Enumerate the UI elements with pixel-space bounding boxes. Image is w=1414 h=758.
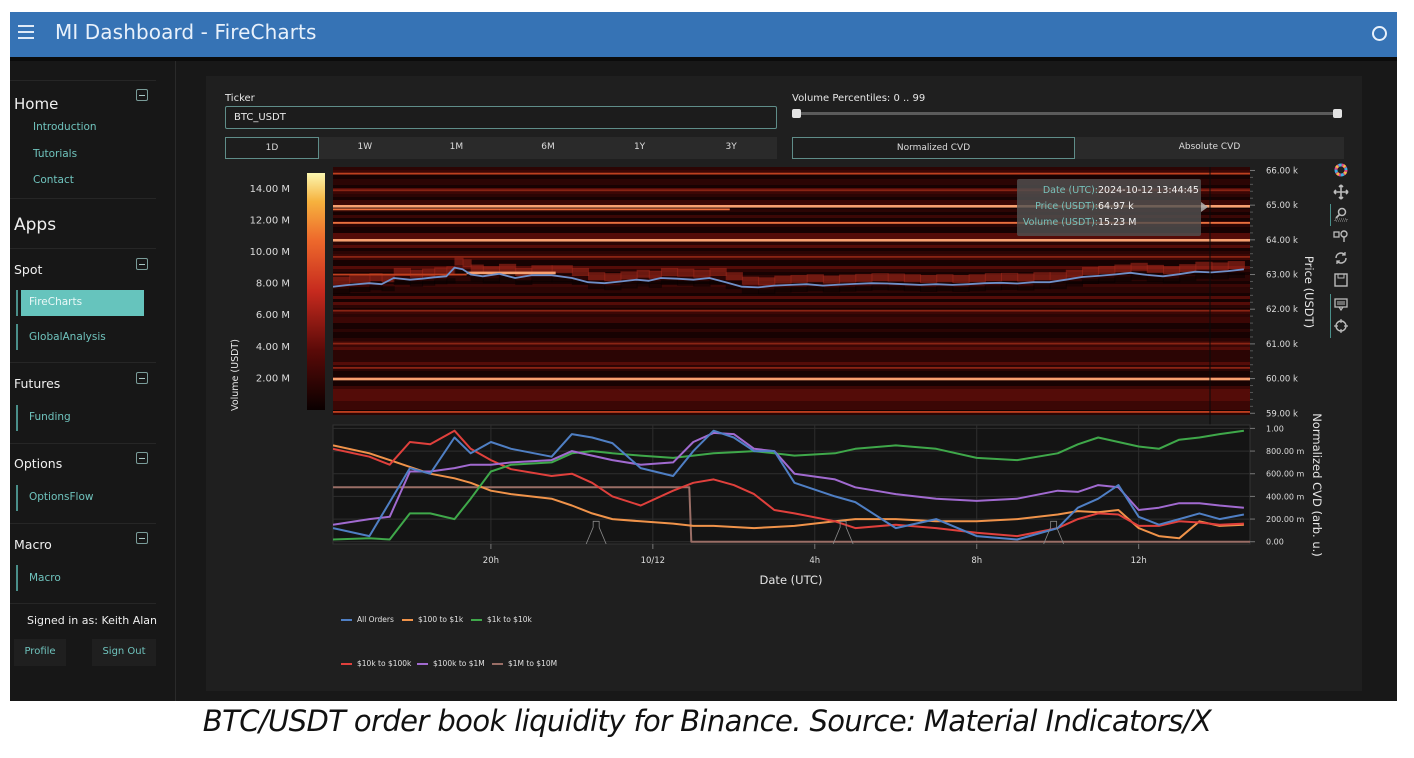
legend-1m-to-10m[interactable]: $1M to $10M (492, 659, 557, 668)
zoom-in-out-icon[interactable] (1333, 228, 1349, 244)
slider-handle-max[interactable] (1333, 109, 1342, 118)
collapse-options-toggle[interactable] (136, 452, 148, 464)
sidebar-item-optionsflow[interactable]: OptionsFlow (29, 491, 93, 503)
divider (10, 523, 156, 524)
ticker-label: Ticker (225, 93, 255, 104)
legend-label: $100 to $1k (418, 615, 464, 624)
legend-100-to-1k[interactable]: $100 to $1k (402, 615, 463, 624)
collapse-futures-toggle[interactable] (136, 372, 148, 384)
sidebar-macro-heading: Macro (14, 537, 52, 552)
range-tabs: 1D 1W 1M 6M 1Y 3Y (225, 137, 777, 159)
toolgroup-indicator (1330, 294, 1331, 338)
signed-in-label: Signed in as: Keith Alan (27, 614, 158, 627)
sidebar-item-introduction[interactable]: Introduction (33, 121, 97, 133)
sidebar-item-macro[interactable]: Macro (29, 572, 61, 584)
crosshair-icon[interactable] (1333, 318, 1349, 334)
divider (10, 198, 156, 199)
divider (10, 80, 156, 81)
sidebar-item-tutorials[interactable]: Tutorials (33, 148, 77, 160)
legend-swatch (402, 618, 413, 621)
spike-lines-icon[interactable] (1333, 296, 1349, 312)
legend-label: $100k to $1M (433, 659, 485, 668)
item-indicator (16, 324, 18, 350)
sidebar-item-contact[interactable]: Contact (33, 174, 74, 186)
active-indicator (16, 290, 18, 316)
app-title: MI Dashboard - FireCharts (55, 20, 317, 44)
sidebar-home-heading: Home (14, 95, 59, 113)
sidebar-options-heading: Options (14, 456, 63, 471)
pan-icon[interactable] (1333, 184, 1349, 200)
legend-label: $1k to $10k (487, 615, 532, 624)
legend-label: All Orders (357, 615, 394, 624)
firecharts-panel: Ticker 1D 1W 1M 6M 1Y 3Y Volume Percenti… (206, 76, 1362, 691)
tab-normalized-cvd[interactable]: Normalized CVD (792, 137, 1075, 159)
hamburger-icon[interactable] (18, 25, 34, 39)
collapse-spot-toggle[interactable] (136, 258, 148, 270)
tab-1w[interactable]: 1W (319, 137, 411, 159)
legend-label: $1M to $10M (508, 659, 558, 668)
legend-label: $10k to $100k (357, 659, 412, 668)
legend-swatch (492, 662, 503, 665)
collapse-macro-toggle[interactable] (136, 532, 148, 544)
slider-handle-min[interactable] (792, 109, 801, 118)
sidebar-futures-heading: Futures (14, 376, 61, 391)
sidebar: Home Introduction Tutorials Contact Apps… (10, 61, 175, 701)
divider (10, 443, 156, 444)
legend-1k-to-10k[interactable]: $1k to $10k (471, 615, 532, 624)
sidebar-item-globalanalysis[interactable]: GlobalAnalysis (29, 331, 106, 343)
legend-swatch (471, 618, 482, 621)
sidebar-apps-heading: Apps (14, 215, 57, 235)
tab-1d[interactable]: 1D (225, 137, 319, 159)
app-header: MI Dashboard - FireCharts (10, 12, 1397, 57)
legend-swatch (341, 662, 352, 665)
ticker-input[interactable] (225, 106, 777, 129)
app-window: MI Dashboard - FireCharts Home Introduct… (10, 12, 1397, 701)
plotly-logo-icon[interactable] (1333, 162, 1349, 178)
volume-percentiles-label: Volume Percentiles: 0 .. 99 (792, 93, 926, 104)
sidebar-spot-heading: Spot (14, 262, 43, 277)
profile-button[interactable]: Profile (14, 639, 66, 666)
tab-1m[interactable]: 1M (411, 137, 503, 159)
tab-absolute-cvd[interactable]: Absolute CVD (1075, 137, 1344, 159)
plot-modebar (1330, 160, 1352, 340)
divider (10, 603, 156, 604)
legend-swatch (417, 662, 428, 665)
tab-1y[interactable]: 1Y (594, 137, 686, 159)
cvd-mode-tabs: Normalized CVD Absolute CVD (792, 137, 1344, 159)
collapse-home-toggle[interactable] (136, 89, 148, 101)
circle-icon[interactable] (1372, 26, 1387, 41)
image-caption: BTC/USDT order book liquidity for Binanc… (202, 704, 1212, 738)
sidebar-item-firecharts[interactable]: FireCharts (21, 290, 144, 316)
legend-swatch (341, 618, 352, 621)
divider (10, 362, 156, 363)
zoom-icon[interactable] (1333, 206, 1349, 222)
legend-10k-to-100k[interactable]: $10k to $100k (341, 659, 411, 668)
slider-track[interactable] (796, 112, 1338, 115)
active-tool-indicator (1330, 204, 1331, 226)
sidebar-item-funding[interactable]: Funding (29, 411, 71, 423)
tab-6m[interactable]: 6M (502, 137, 594, 159)
sign-out-button[interactable]: Sign Out (92, 639, 156, 666)
item-indicator (16, 485, 18, 511)
volume-percentile-slider[interactable] (792, 109, 1342, 119)
divider (10, 248, 156, 249)
download-icon[interactable] (1333, 272, 1349, 288)
legend-100k-to-1m[interactable]: $100k to $1M (417, 659, 485, 668)
item-indicator (16, 405, 18, 431)
reset-icon[interactable] (1333, 250, 1349, 266)
legend-all-orders[interactable]: All Orders (341, 615, 394, 624)
item-indicator (16, 565, 18, 591)
tab-3y[interactable]: 3Y (685, 137, 777, 159)
